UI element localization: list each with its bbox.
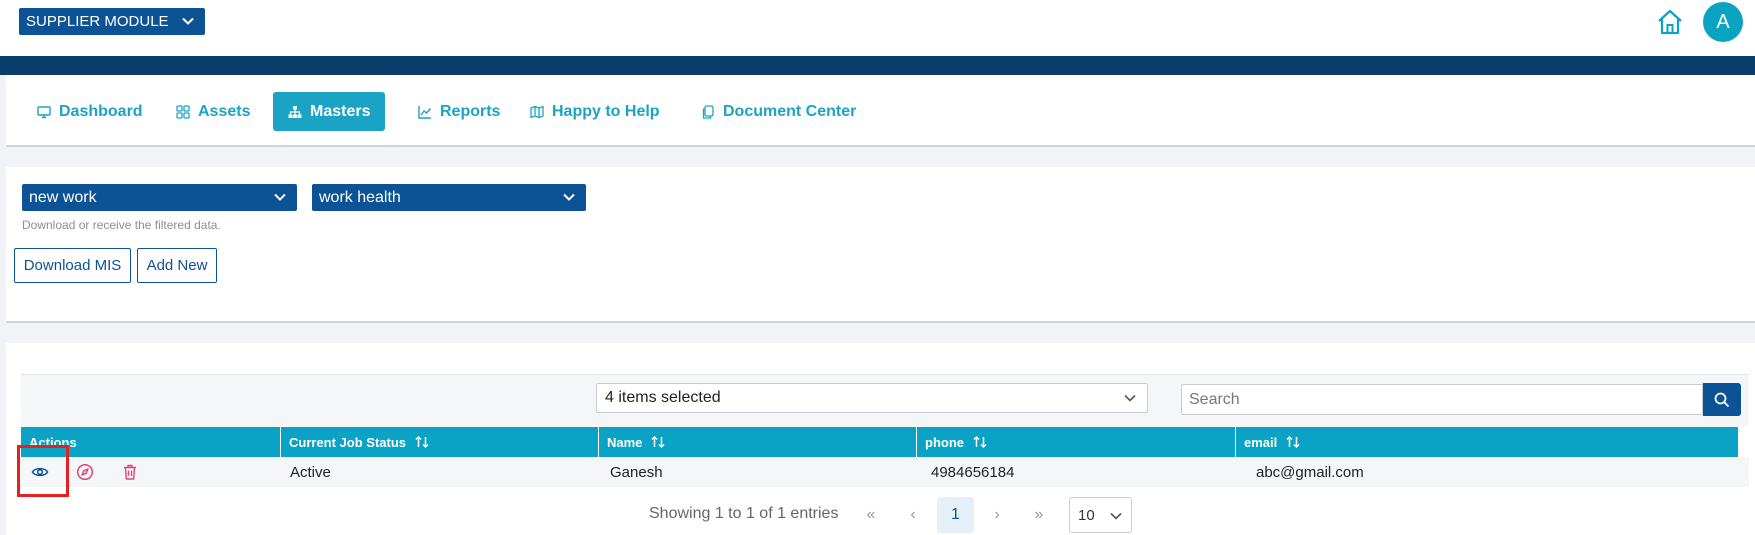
work-category-select[interactable]: work health (312, 184, 586, 211)
add-new-button[interactable]: Add New (137, 248, 217, 283)
download-mis-button[interactable]: Download MIS (14, 248, 131, 283)
top-bar: SUPPLIER MODULE A (0, 0, 1755, 56)
column-header-actions: Actions (21, 427, 281, 457)
nav-item-dashboard[interactable]: Dashboard (22, 92, 158, 131)
home-icon[interactable] (1656, 8, 1684, 36)
table-header: Actions Current Job Status Name phone em… (21, 427, 1738, 457)
work-type-select-value: new work (29, 188, 97, 206)
nav-item-label: Reports (440, 102, 501, 120)
nav-item-document-center[interactable]: Document Center (686, 92, 871, 131)
cell-email: abc@gmail.com (1256, 463, 1364, 481)
chevron-down-icon (274, 193, 286, 201)
cell-job-status: Active (290, 463, 331, 481)
compass-icon[interactable] (76, 463, 94, 481)
sort-icon (415, 435, 429, 449)
search-input[interactable] (1181, 384, 1703, 415)
main-nav: Dashboard Assets Masters Reports Happy t… (6, 75, 1755, 147)
filter-hint-text: Download or receive the filtered data. (22, 218, 221, 232)
module-selector-label: SUPPLIER MODULE (26, 13, 169, 30)
chevron-down-icon (1124, 394, 1136, 402)
column-header-phone[interactable]: phone (917, 427, 1236, 457)
sort-icon (651, 435, 665, 449)
column-header-label: phone (925, 434, 964, 450)
previous-page-button[interactable]: ‹ (900, 497, 926, 533)
column-header-label: Current Job Status (289, 434, 407, 450)
nav-item-label: Dashboard (59, 102, 143, 120)
eye-icon[interactable] (31, 463, 49, 481)
chevron-down-icon (563, 193, 575, 201)
cell-phone: 4984656184 (931, 463, 1015, 481)
column-header-name[interactable]: Name (599, 427, 917, 457)
filter-panel: new work work health Download or receive… (6, 167, 1755, 323)
module-selector[interactable]: SUPPLIER MODULE (19, 8, 205, 35)
nav-item-assets[interactable]: Assets (161, 92, 265, 131)
chevron-down-icon (1110, 512, 1122, 520)
column-header-label: Actions (29, 434, 77, 450)
user-avatar[interactable]: A (1703, 2, 1743, 42)
documents-icon (702, 104, 714, 119)
nav-item-label: Masters (310, 102, 371, 120)
table-row: Active Ganesh 4984656184 abc@gmail.com (21, 457, 1749, 487)
nav-item-label: Assets (198, 102, 251, 120)
search-icon (1714, 392, 1730, 407)
next-page-button[interactable]: › (984, 497, 1010, 533)
column-header-job-status[interactable]: Current Job Status (281, 427, 599, 457)
trash-icon[interactable] (121, 463, 139, 481)
nav-item-label: Happy to Help (552, 102, 660, 120)
column-select[interactable]: 4 items selected (596, 383, 1148, 413)
header-band (0, 56, 1755, 75)
sort-icon (1286, 435, 1300, 449)
map-icon (530, 105, 544, 118)
work-type-select[interactable]: new work (22, 184, 297, 211)
nav-item-happy-to-help[interactable]: Happy to Help (515, 92, 675, 131)
chart-line-icon (418, 105, 432, 119)
last-page-button[interactable]: » (1026, 497, 1052, 533)
nav-item-reports[interactable]: Reports (403, 92, 515, 131)
grid-icon (176, 104, 190, 119)
column-header-email[interactable]: email (1236, 427, 1738, 457)
cell-name: Ganesh (610, 463, 663, 481)
nav-item-label: Document Center (723, 102, 857, 120)
sort-icon (973, 435, 987, 449)
sitemap-icon (288, 105, 302, 118)
work-category-select-value: work health (319, 188, 401, 206)
chevron-down-icon (182, 17, 194, 25)
monitor-icon (37, 105, 51, 118)
pagination-summary: Showing 1 to 1 of 1 entries (649, 505, 839, 522)
page-1-button[interactable]: 1 (937, 497, 974, 533)
page-size-value: 10 (1078, 506, 1095, 524)
column-header-label: Name (607, 434, 643, 450)
column-header-label: email (1244, 434, 1278, 450)
first-page-button[interactable]: « (858, 497, 884, 533)
column-select-value: 4 items selected (605, 389, 721, 406)
search-button[interactable] (1703, 383, 1741, 416)
nav-item-masters[interactable]: Masters (273, 92, 386, 131)
page-size-select[interactable]: 10 (1069, 497, 1132, 533)
